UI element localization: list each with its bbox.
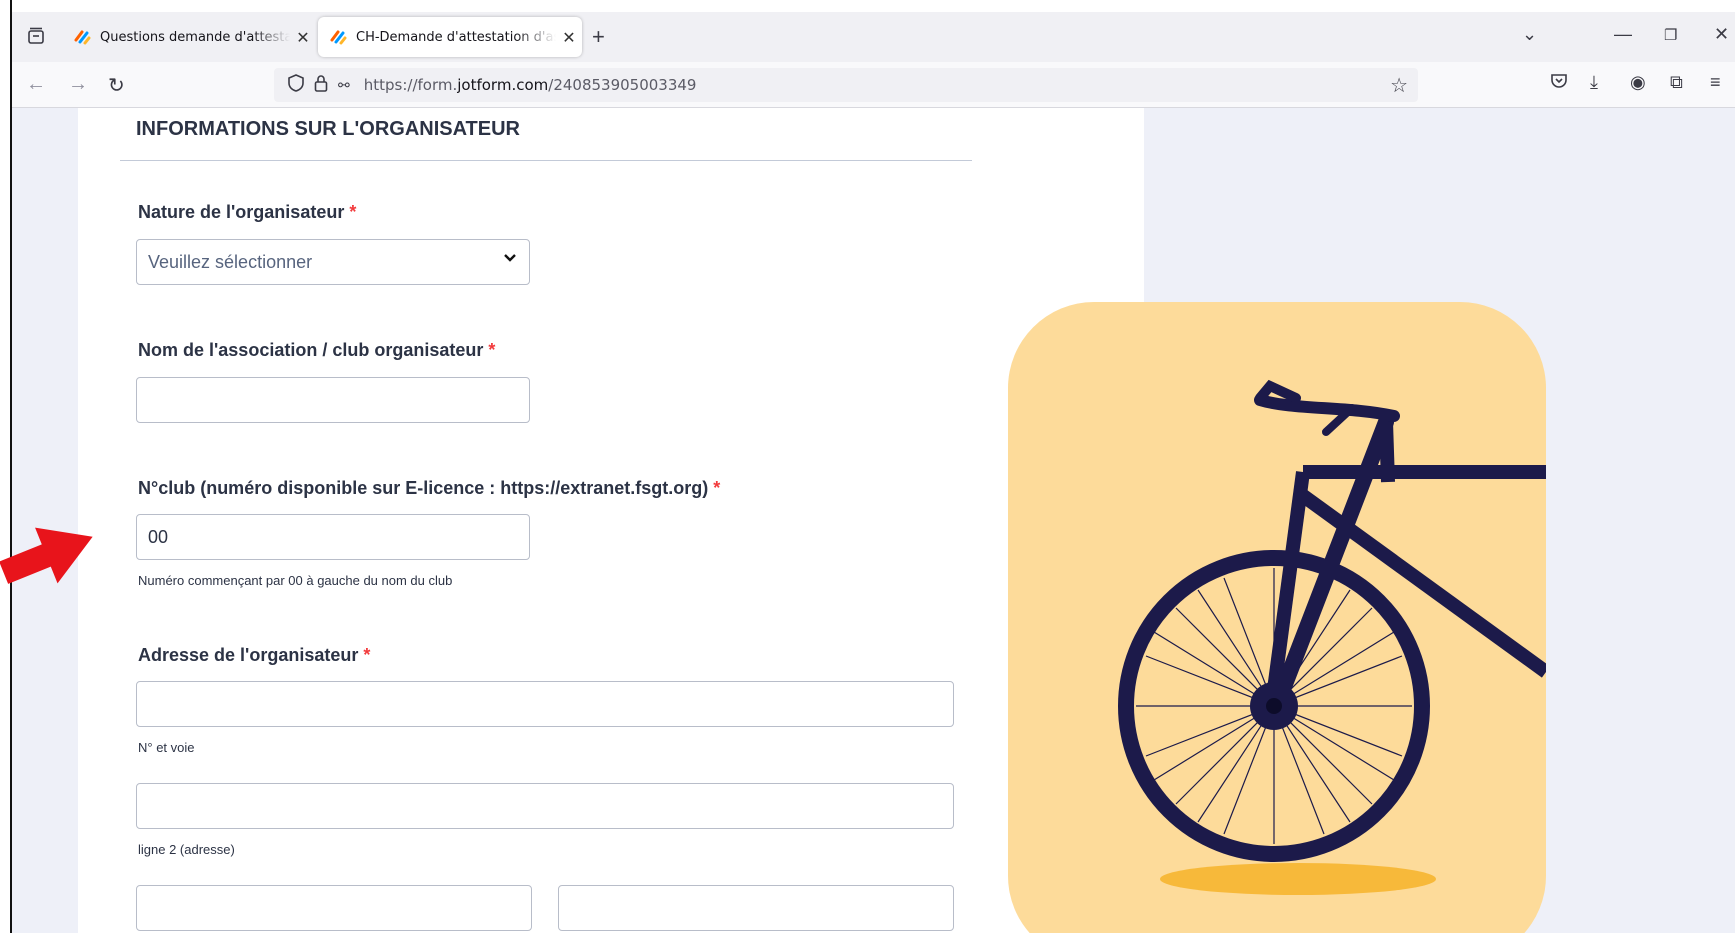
pocket-icon[interactable]	[1550, 72, 1568, 95]
url-text: https://form.jotform.com/240853905003349	[363, 76, 697, 94]
annotation-arrow	[0, 527, 93, 584]
forward-icon[interactable]: →	[68, 73, 88, 96]
permissions-icon[interactable]: ⚯	[338, 77, 350, 94]
account-icon[interactable]: ◉	[1630, 72, 1646, 93]
club-number-input[interactable]: 00	[136, 514, 530, 560]
extensions-icon[interactable]: ⧉	[1670, 72, 1683, 93]
club-number-help: Numéro commençant par 00 à gauche du nom…	[138, 573, 453, 588]
address-line1-input[interactable]	[136, 681, 954, 727]
tab-title: CH-Demande d'attestation d'assurance	[356, 29, 556, 45]
tab-demande[interactable]: CH-Demande d'attestation d'assurance ✕	[318, 17, 582, 57]
chevron-down-icon	[503, 251, 517, 268]
lock-icon[interactable]	[314, 74, 328, 97]
section-divider	[120, 160, 972, 161]
address-label: Adresse de l'organisateur *	[138, 645, 371, 665]
address-line2-input[interactable]	[136, 783, 954, 829]
url-bar[interactable]: ⚯ https://form.jotform.com/2408539050033…	[274, 68, 1418, 102]
new-tab-icon[interactable]: +	[592, 24, 605, 50]
club-number-label: N°club (numéro disponible sur E-licence …	[138, 478, 721, 498]
chevron-down-icon[interactable]: ⌄	[1522, 24, 1537, 45]
required-mark: *	[713, 478, 721, 498]
association-input[interactable]	[136, 377, 530, 423]
star-icon[interactable]: ☆	[1390, 73, 1408, 98]
page-content: INFORMATIONS SUR L'ORGANISATEUR Nature d…	[12, 108, 1735, 933]
tab-close-icon[interactable]: ✕	[556, 28, 582, 47]
reload-icon[interactable]: ↻	[108, 73, 125, 98]
back-icon[interactable]: ←	[26, 73, 46, 96]
close-icon[interactable]: ✕	[1714, 24, 1729, 45]
nature-label: Nature de l'organisateur *	[138, 202, 357, 222]
restore-icon[interactable]: ❐	[1664, 26, 1677, 44]
address-city-input[interactable]	[136, 885, 532, 931]
download-icon[interactable]: ⤓	[1590, 72, 1598, 93]
shield-icon[interactable]	[288, 73, 304, 97]
required-mark: *	[488, 340, 496, 360]
bicycle-illustration	[1008, 302, 1546, 933]
address-line1-sublabel: N° et voie	[138, 740, 195, 755]
jotform-favicon-icon	[74, 30, 91, 45]
tab-bar: Questions demande d'attestation ✕ CH-Dem…	[12, 12, 1735, 62]
association-label: Nom de l'association / club organisateur…	[138, 340, 496, 360]
tab-close-icon[interactable]: ✕	[290, 28, 316, 47]
tab-title: Questions demande d'attestation	[100, 29, 290, 45]
nature-select[interactable]: Veuillez sélectionner	[136, 239, 530, 285]
navigation-bar: ← → ↻ ⚯ https://form.jotform.com/2408539…	[12, 62, 1735, 108]
tab-questions[interactable]: Questions demande d'attestation ✕	[62, 17, 316, 57]
required-mark: *	[363, 645, 371, 665]
address-postal-input[interactable]	[558, 885, 954, 931]
tab-list-icon[interactable]	[26, 26, 48, 48]
address-line2-sublabel: ligne 2 (adresse)	[138, 842, 235, 857]
section-title: INFORMATIONS SUR L'ORGANISATEUR	[136, 118, 521, 140]
minimize-icon[interactable]: —	[1614, 24, 1632, 45]
menu-icon[interactable]: ≡	[1710, 72, 1721, 93]
jotform-favicon-icon	[330, 30, 347, 45]
nature-select-value: Veuillez sélectionner	[148, 251, 313, 272]
required-mark: *	[349, 202, 357, 222]
